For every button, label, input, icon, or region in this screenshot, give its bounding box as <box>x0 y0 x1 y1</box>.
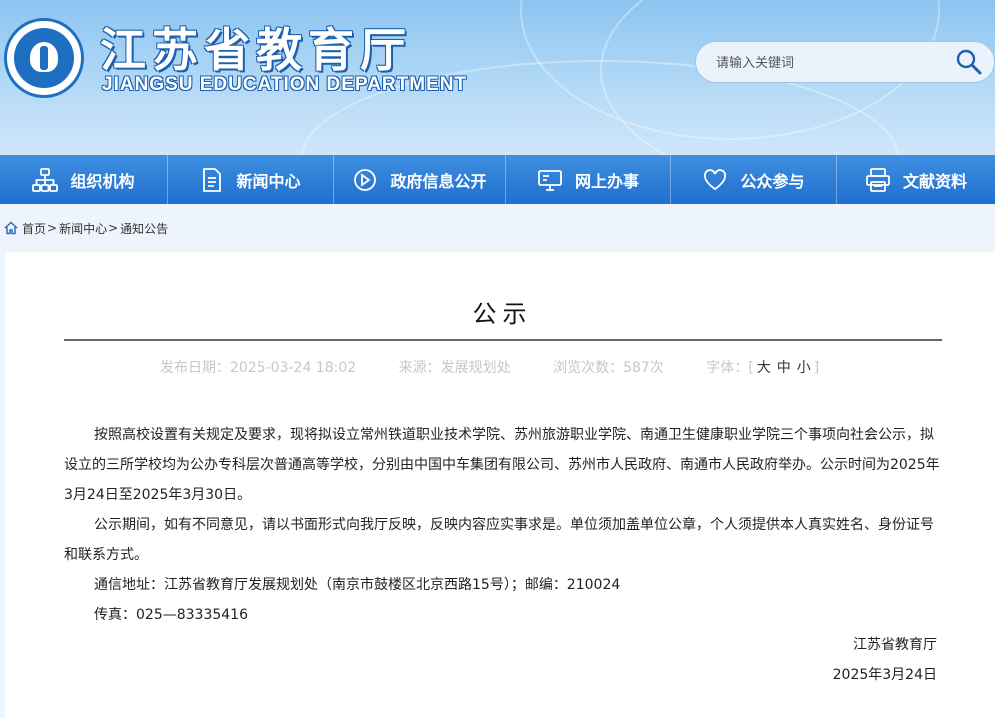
home-icon[interactable] <box>4 221 18 235</box>
article-signature: 江苏省教育厅 2025年3月24日 <box>833 630 937 690</box>
views-value: 587次 <box>623 360 664 376</box>
nav-label: 新闻中心 <box>236 171 301 191</box>
article-paragraph: 按照高校设置有关规定及要求，现将拟设立常州铁道职业技术学院、苏州旅游职业学院、南… <box>64 427 940 503</box>
nav-item-public-participation[interactable]: 公众参与 <box>671 155 837 204</box>
source-label: 来源： <box>398 360 441 376</box>
search-input[interactable] <box>716 52 946 74</box>
font-size-small[interactable]: 小 <box>797 360 811 376</box>
nav-label: 政府信息公开 <box>390 171 487 191</box>
printer-icon <box>866 167 890 192</box>
site-subtitle: JIANGSU EDUCATION DEPARTMENT <box>102 74 468 95</box>
source-value: 发展规划处 <box>440 360 511 376</box>
title-divider <box>64 339 942 341</box>
view-count: 浏览次数：587次 <box>553 360 664 376</box>
signature-org: 江苏省教育厅 <box>853 637 937 653</box>
search-icon <box>956 49 982 75</box>
contact-fax: 传真：025—83335416 <box>94 607 248 623</box>
nav-item-news[interactable]: 新闻中心 <box>168 155 334 204</box>
breadcrumb-current[interactable]: 通知公告 <box>120 220 168 237</box>
site-title[interactable]: 江苏省教育厅 <box>100 14 412 80</box>
publish-date-label: 发布日期： <box>160 360 230 376</box>
font-size-medium[interactable]: 中 <box>777 360 791 376</box>
nav-item-documents[interactable]: 文献资料 <box>837 155 995 204</box>
publish-date: 发布日期：2025-03-24 18:02 <box>160 360 356 376</box>
font-size-control: 字体：[大中小] <box>706 360 820 376</box>
site-header: 江苏省教育厅 JIANGSU EDUCATION DEPARTMENT <box>0 0 995 155</box>
article-body: 按照高校设置有关规定及要求，现将拟设立常州铁道职业技术学院、苏州旅游职业学院、南… <box>64 420 944 630</box>
signature-date: 2025年3月24日 <box>832 667 937 683</box>
heart-icon <box>704 168 727 190</box>
article-title: 公示 <box>472 300 533 328</box>
breadcrumb-separator: > <box>47 221 58 235</box>
article-paragraph: 公示期间，如有不同意见，请以书面形式向我厅反映，反映内容应实事求是。单位须加盖单… <box>64 517 934 563</box>
font-size-large[interactable]: 大 <box>757 360 771 376</box>
nav-item-gov-info[interactable]: 政府信息公开 <box>334 155 506 204</box>
article-panel: 公示 发布日期：2025-03-24 18:02 来源：发展规划处 浏览次数：5… <box>5 252 995 718</box>
publish-date-value: 2025-03-24 18:02 <box>230 360 357 376</box>
document-icon <box>203 167 222 192</box>
nav-item-online-service[interactable]: 网上办事 <box>506 155 671 204</box>
site-logo[interactable] <box>4 18 84 98</box>
breadcrumb-home[interactable]: 首页 <box>22 220 46 237</box>
breadcrumb: 首页 > 新闻中心 > 通知公告 <box>0 204 995 252</box>
org-chart-icon <box>32 167 59 192</box>
breadcrumb-news[interactable]: 新闻中心 <box>59 220 107 237</box>
nav-item-organization[interactable]: 组织机构 <box>0 155 168 204</box>
font-size-label: 字体： <box>706 360 749 376</box>
search-box <box>695 41 995 83</box>
monitor-icon <box>538 169 562 191</box>
nav-label: 文献资料 <box>902 171 967 191</box>
main-nav: 组织机构 新闻中心 政府信息公开 网上办事 公众参与 文献资料 <box>0 155 995 204</box>
views-label: 浏览次数： <box>553 360 624 376</box>
article-meta: 发布日期：2025-03-24 18:02 来源：发展规划处 浏览次数：587次… <box>160 357 860 377</box>
article-source: 来源：发展规划处 <box>399 360 511 376</box>
nav-label: 组织机构 <box>70 171 135 191</box>
contact-address: 通信地址：江苏省教育厅发展规划处（南京市鼓楼区北京西路15号）；邮编：21002… <box>94 577 621 593</box>
nav-label: 网上办事 <box>574 171 639 191</box>
play-circle-icon <box>354 168 377 191</box>
search-button[interactable] <box>954 47 984 77</box>
nav-label: 公众参与 <box>740 171 805 191</box>
breadcrumb-separator: > <box>108 221 119 235</box>
